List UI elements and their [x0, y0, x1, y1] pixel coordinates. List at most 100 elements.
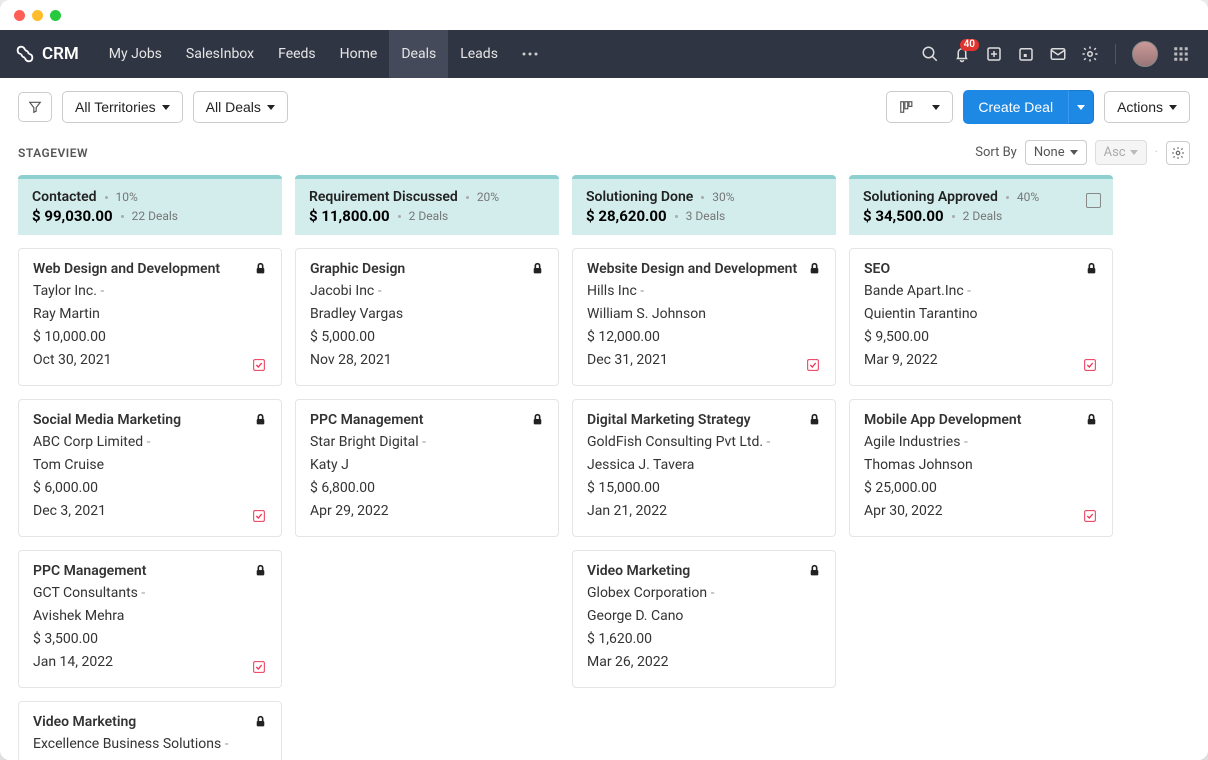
territory-filter[interactable]: All Territories [62, 91, 183, 123]
deal-card[interactable]: Graphic DesignJacobi Inc -Bradley Vargas… [295, 248, 559, 386]
user-avatar[interactable] [1132, 41, 1158, 67]
deal-amount: $ 25,000.00 [864, 478, 1098, 499]
nav-item-deals[interactable]: Deals [389, 30, 448, 78]
logo-icon [14, 43, 36, 65]
create-deal-button[interactable]: Create Deal [963, 90, 1068, 124]
stage-column: Solutioning Done30%$ 28,620.003 DealsWeb… [572, 175, 836, 760]
deal-company: Excellence Business Solutions - [33, 734, 267, 755]
lock-icon [531, 261, 544, 276]
deal-title: Social Media Marketing [33, 412, 267, 428]
deal-company: Jacobi Inc - [310, 281, 544, 302]
column-select-checkbox[interactable] [1086, 193, 1101, 208]
calendar-button[interactable] [1017, 45, 1035, 63]
sort-field-select[interactable]: None [1025, 140, 1087, 165]
deal-card[interactable]: Video MarketingGlobex Corporation -Georg… [572, 550, 836, 688]
kanban-icon [899, 100, 913, 114]
nav-item-leads[interactable]: Leads [448, 30, 510, 78]
view-switch-button[interactable] [886, 91, 954, 123]
deal-card[interactable]: Social Media MarketingABC Corp Limited -… [18, 399, 282, 537]
column-header[interactable]: Contacted10%$ 99,030.0022 Deals [18, 175, 282, 235]
deal-card[interactable]: SEOBande Apart.Inc -Quientin Tarantino$ … [849, 248, 1113, 386]
deal-title: SEO [864, 261, 1098, 277]
deal-contact: Ray Martin [33, 304, 267, 325]
deal-contact: Avishek Mehra [33, 606, 267, 627]
deal-amount: $ 6,000.00 [33, 478, 267, 499]
column-percent: 40% [1017, 190, 1039, 204]
column-header[interactable]: Solutioning Approved 40% $ 34,500.00 2 Deal… [849, 175, 1113, 235]
task-check-icon[interactable] [251, 357, 267, 373]
column-deal-count: 2 Deals [409, 209, 449, 223]
sort-direction-select[interactable]: Asc [1095, 140, 1147, 165]
create-deal-dropdown[interactable] [1068, 90, 1094, 124]
deals-filter[interactable]: All Deals [193, 91, 288, 123]
column-title: Contacted [32, 189, 97, 205]
lock-icon [808, 261, 821, 276]
column-percent: 10% [116, 190, 138, 204]
deal-company: Globex Corporation - [587, 583, 821, 604]
search-icon [921, 45, 939, 63]
app-logo[interactable]: CRM [14, 43, 79, 65]
deal-date: Dec 31, 2021 [587, 350, 821, 371]
deal-card[interactable]: Digital Marketing StrategyGoldFish Consu… [572, 399, 836, 537]
chevron-down-icon [1130, 150, 1138, 155]
create-deal-group: Create Deal [963, 90, 1094, 124]
calendar-icon [1017, 45, 1035, 63]
column-deal-count: 3 Deals [686, 209, 726, 223]
nav-items: My JobsSalesInboxFeedsHomeDealsLeads [97, 30, 510, 78]
task-check-icon[interactable] [1082, 508, 1098, 524]
app-window: CRM My JobsSalesInboxFeedsHomeDealsLeads… [0, 0, 1208, 760]
mail-button[interactable] [1049, 45, 1067, 63]
actions-button[interactable]: Actions [1104, 91, 1190, 123]
deal-date: Mar 26, 2022 [587, 652, 821, 673]
deal-card[interactable]: PPC ManagementStar Bright Digital -Katy … [295, 399, 559, 537]
notifications-button[interactable]: 40 [953, 45, 971, 63]
nav-more[interactable] [510, 30, 550, 78]
deal-amount: $ 9,500.00 [864, 327, 1098, 348]
deal-contact: Katy J [310, 455, 544, 476]
deal-contact: Bradley Vargas [310, 304, 544, 325]
search-button[interactable] [921, 45, 939, 63]
deal-date: Jan 14, 2022 [33, 652, 267, 673]
column-percent: 20% [477, 190, 499, 204]
deal-contact: William S. Johnson [587, 304, 821, 325]
deal-card[interactable]: Website Design and DevelopmentHills Inc … [572, 248, 836, 386]
task-check-icon[interactable] [251, 659, 267, 675]
deal-card[interactable]: PPC ManagementGCT Consultants -Avishek M… [18, 550, 282, 688]
filter-button[interactable] [18, 92, 52, 122]
deal-card[interactable]: Web Design and DevelopmentTaylor Inc. -R… [18, 248, 282, 386]
window-close-dot[interactable] [14, 10, 25, 21]
task-check-icon[interactable] [805, 357, 821, 373]
column-deal-count: 2 Deals [963, 209, 1003, 223]
column-amount: $ 34,500.00 [863, 207, 944, 225]
column-title: Solutioning Approved [863, 189, 998, 205]
deal-card[interactable]: Video MarketingExcellence Business Solut… [18, 701, 282, 760]
board-settings-button[interactable] [1166, 141, 1190, 165]
window-min-dot[interactable] [32, 10, 43, 21]
lock-icon [1085, 412, 1098, 427]
stageview-label: STAGEVIEW [18, 146, 88, 160]
chevron-down-icon [162, 105, 170, 110]
column-title: Solutioning Done [586, 189, 693, 205]
nav-item-feeds[interactable]: Feeds [266, 30, 328, 78]
deal-amount: $ 3,500.00 [33, 629, 267, 650]
settings-button[interactable] [1081, 45, 1099, 63]
funnel-icon [28, 100, 42, 114]
lock-icon [254, 412, 267, 427]
column-amount: $ 28,620.00 [586, 207, 667, 225]
plus-note-icon [985, 45, 1003, 63]
column-header[interactable]: Solutioning Done30%$ 28,620.003 Deals [572, 175, 836, 235]
nav-item-salesinbox[interactable]: SalesInbox [174, 30, 266, 78]
task-check-icon[interactable] [1082, 357, 1098, 373]
task-check-icon[interactable] [251, 508, 267, 524]
lock-icon [254, 714, 267, 729]
column-header[interactable]: Requirement Discussed20%$ 11,800.002 Dea… [295, 175, 559, 235]
deal-title: Digital Marketing Strategy [587, 412, 821, 428]
add-button[interactable] [985, 45, 1003, 63]
apps-grid-button[interactable] [1172, 45, 1190, 63]
window-max-dot[interactable] [50, 10, 61, 21]
deal-card[interactable]: Mobile App DevelopmentAgile Industries -… [849, 399, 1113, 537]
app-name: CRM [42, 44, 79, 64]
nav-item-home[interactable]: Home [328, 30, 390, 78]
stageview-header: STAGEVIEW Sort By None Asc · [0, 136, 1208, 165]
nav-item-my-jobs[interactable]: My Jobs [97, 30, 174, 78]
